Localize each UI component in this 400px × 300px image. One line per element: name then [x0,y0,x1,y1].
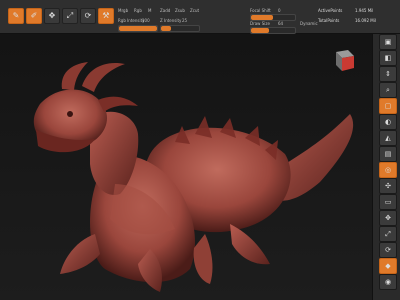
total-points-value: 16.092 Mil [355,18,376,23]
scroll-button[interactable]: ⇕ [379,66,397,82]
z-intensity-value: 25 [182,18,188,23]
zoom-icon: ⌕ [386,86,390,94]
total-points-label: TotalPoints [318,18,340,23]
zcut-label[interactable]: Zcut [190,8,199,13]
aahalf-button[interactable]: ◐ [379,114,397,130]
bpr-icon: ▣ [384,38,392,46]
zsub-label[interactable]: Zsub [175,8,185,13]
rgb-label[interactable]: Rgb [134,8,142,13]
spix-icon: ◧ [384,54,392,62]
persp-icon: ◭ [385,134,391,142]
brush-button[interactable]: ⚒ [98,8,114,24]
scale-view-button[interactable]: ⤢ [379,226,397,242]
solo-button[interactable]: ◉ [379,274,397,290]
active-points-value: 1.945 Mil [355,8,374,13]
zoom-button[interactable]: ⌕ [379,82,397,98]
floor-icon: ▤ [384,150,392,158]
draw-size-value: 64 [278,21,284,26]
aahalf-icon: ◐ [384,118,392,126]
solo-icon: ◉ [384,278,392,286]
dynamic-persp-button[interactable]: ◆ [379,258,397,274]
spix-button[interactable]: ◧ [379,50,397,66]
draw-size-fill [251,28,269,33]
scale-icon: ⤢ [385,230,391,238]
move-icon: ✥ [385,214,391,222]
actual-icon: ▢ [384,102,392,110]
frame-icon: ▭ [384,198,392,206]
right-view-toolbar: ▣ ◧ ⇕ ⌕ ▢ ◐ ◭ ▤ ◎ ✣ ▭ ✥ ⤢ ⟳ ◆ ◉ [372,34,400,300]
move-icon: ✥ [48,11,56,20]
top-toolbar: ✎ ✐ ✥ ⤢ ⟳ ⚒ Mrgb Rgb M Zadd Zsub Zcut Rg… [0,0,400,34]
brush-icon: ⚒ [102,11,110,20]
focal-shift-fill [251,15,273,20]
actual-button[interactable]: ▢ [379,98,397,114]
rgb-intensity-slider[interactable] [118,25,158,32]
focal-shift-slider[interactable] [250,14,296,21]
draw-icon: ✐ [30,11,38,20]
rotate-icon: ⟳ [385,246,391,254]
focal-shift-label: Focal Shift [250,8,271,13]
local-icon: ◎ [384,166,392,174]
z-intensity-slider[interactable] [160,25,200,32]
bpr-button[interactable]: ▣ [379,34,397,50]
z-intensity-label: Z Intensity [160,18,182,23]
edit-button[interactable]: ✎ [8,8,24,24]
m-label[interactable]: M [148,8,151,13]
draw-size-label: Draw Size [250,21,270,26]
scroll-icon: ⇕ [385,70,391,78]
dragon-turtle-sculpt[interactable] [0,34,372,300]
frame-button[interactable]: ▭ [379,194,397,210]
move-button[interactable]: ✥ [44,8,60,24]
mrgb-label[interactable]: Mrgb [118,8,128,13]
rotate-icon: ⟳ [84,11,92,20]
rgb-intensity-value: 100 [142,18,150,23]
draw-button[interactable]: ✐ [26,8,42,24]
zadd-label[interactable]: Zadd [160,8,170,13]
rgb-intensity-fill [119,26,157,31]
xyz-icon: ✣ [385,182,391,190]
scale-icon: ⤢ [66,11,74,20]
focal-shift-value: 0 [278,8,281,13]
rotate-button[interactable]: ⟳ [80,8,96,24]
active-points-label: ActivePoints [318,8,343,13]
rgb-intensity-label: Rgb Intensity [118,18,145,23]
draw-size-slider[interactable] [250,27,296,34]
rotate-view-button[interactable]: ⟳ [379,242,397,258]
scale-button[interactable]: ⤢ [62,8,78,24]
floor-button[interactable]: ▤ [379,146,397,162]
navigation-cube[interactable] [328,46,356,74]
dynamic-icon: ◆ [385,262,391,270]
dynamic-label[interactable]: Dynamic [300,21,318,26]
persp-button[interactable]: ◭ [379,130,397,146]
move-view-button[interactable]: ✥ [379,210,397,226]
local-button[interactable]: ◎ [379,162,397,178]
z-intensity-fill [161,26,171,31]
xyz-button[interactable]: ✣ [379,178,397,194]
edit-icon: ✎ [12,11,20,20]
